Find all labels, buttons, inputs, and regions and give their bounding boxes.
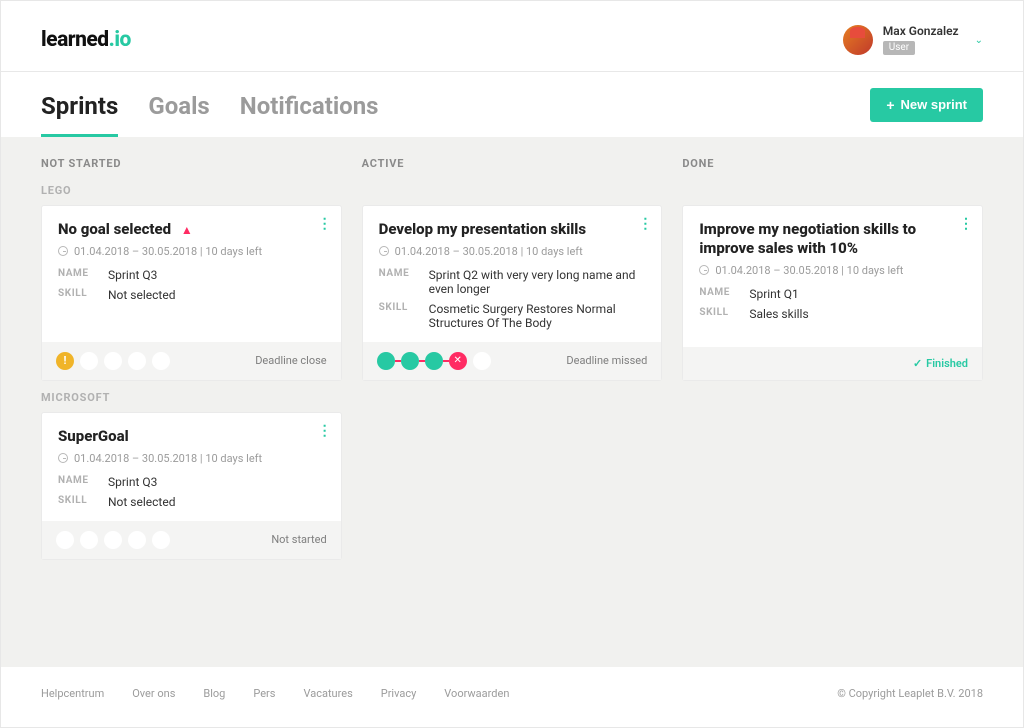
user-name: Max Gonzalez — [883, 25, 959, 39]
sprint-card[interactable]: ⋮ SuperGoal 01.04.2018 – 30.05.2018 | 10… — [41, 412, 342, 560]
progress-dot-done — [425, 352, 443, 370]
group-microsoft: MICROSOFT — [41, 391, 983, 404]
progress-dots: ! — [56, 352, 170, 370]
tab-notifications[interactable]: Notifications — [240, 72, 379, 137]
card-title: Improve my negotiation skills to improve… — [699, 220, 966, 258]
progress-dot — [152, 352, 170, 370]
dot-warning-icon: ! — [56, 352, 74, 370]
user-role-badge: User — [883, 41, 915, 55]
card-menu-icon[interactable]: ⋮ — [318, 216, 331, 232]
card-title: No goal selected — [58, 220, 171, 238]
card-name: Sprint Q2 with very very long name and e… — [429, 268, 646, 296]
label-name: NAME — [58, 268, 98, 282]
footer-link[interactable]: Over ons — [132, 687, 175, 700]
footer-links: Helpcentrum Over ons Blog Pers Vacatures… — [41, 687, 509, 700]
card-title: Develop my presentation skills — [379, 220, 646, 239]
footer-link[interactable]: Vacatures — [303, 687, 352, 700]
footer-link[interactable]: Voorwaarden — [444, 687, 509, 700]
card-title: SuperGoal — [58, 427, 325, 446]
tab-sprints[interactable]: Sprints — [41, 72, 118, 137]
sprint-card[interactable]: ⋮ Develop my presentation skills 01.04.2… — [362, 205, 663, 381]
card-skill: Sales skills — [749, 307, 966, 321]
label-name: NAME — [379, 268, 419, 296]
card-status: Finished — [926, 357, 968, 370]
card-skill: Not selected — [108, 288, 325, 302]
footer-copyright: © Copyright Leaplet B.V. 2018 — [837, 687, 983, 700]
footer-link[interactable]: Blog — [203, 687, 225, 700]
main-tabs: Sprints Goals Notifications — [41, 72, 379, 137]
card-skill: Cosmetic Surgery Restores Normal Structu… — [429, 302, 646, 330]
progress-dot — [80, 352, 98, 370]
avatar — [843, 25, 873, 55]
column-active: ACTIVE — [362, 157, 663, 170]
clock-icon — [58, 246, 68, 256]
footer-link[interactable]: Helpcentrum — [41, 687, 104, 700]
warning-icon: ▲ — [181, 223, 193, 237]
card-menu-icon[interactable]: ⋮ — [318, 423, 331, 439]
progress-dot — [128, 531, 146, 549]
card-status: Deadline missed — [566, 354, 647, 367]
label-skill: SKILL — [58, 495, 98, 509]
label-skill: SKILL — [699, 307, 739, 321]
new-sprint-button[interactable]: + New sprint — [870, 88, 983, 122]
sprint-card[interactable]: ⋮ Improve my negotiation skills to impro… — [682, 205, 983, 381]
progress-dot — [56, 531, 74, 549]
footer-link[interactable]: Pers — [253, 687, 275, 700]
card-name: Sprint Q3 — [108, 475, 325, 489]
card-dateline: 01.04.2018 – 30.05.2018 | 10 days left — [74, 452, 262, 465]
clock-icon — [58, 453, 68, 463]
column-not-started: NOT STARTED — [41, 157, 342, 170]
card-status: Deadline close — [255, 354, 326, 367]
new-sprint-label: New sprint — [901, 97, 967, 112]
tab-goals[interactable]: Goals — [148, 72, 209, 137]
logo-main: learned — [41, 28, 109, 52]
plus-icon: + — [886, 97, 894, 113]
logo-accent: .io — [109, 28, 131, 52]
progress-dots — [56, 531, 170, 549]
progress-dot — [473, 352, 491, 370]
progress-dots: ✕ — [377, 352, 491, 370]
progress-dot — [104, 531, 122, 549]
clock-icon — [379, 246, 389, 256]
card-dateline: 01.04.2018 – 30.05.2018 | 10 days left — [395, 245, 583, 258]
card-skill: Not selected — [108, 495, 325, 509]
group-lego: LEGO — [41, 184, 983, 197]
app-logo: learned.io — [41, 28, 131, 52]
card-name: Sprint Q1 — [749, 287, 966, 301]
column-done: DONE — [682, 157, 983, 170]
sprint-card[interactable]: ⋮ No goal selected ▲ 01.04.2018 – 30.05.… — [41, 205, 342, 381]
chevron-down-icon: ⌄ — [975, 35, 983, 46]
user-menu[interactable]: Max Gonzalez User ⌄ — [843, 25, 983, 55]
progress-dot-done — [377, 352, 395, 370]
card-dateline: 01.04.2018 – 30.05.2018 | 10 days left — [715, 264, 903, 277]
progress-dot — [152, 531, 170, 549]
progress-dot — [128, 352, 146, 370]
label-name: NAME — [58, 475, 98, 489]
progress-dot — [80, 531, 98, 549]
card-status: Not started — [271, 533, 326, 546]
progress-dot-done — [401, 352, 419, 370]
progress-dot-fail-icon: ✕ — [449, 352, 467, 370]
card-name: Sprint Q3 — [108, 268, 325, 282]
label-name: NAME — [699, 287, 739, 301]
card-menu-icon[interactable]: ⋮ — [638, 216, 651, 232]
footer-link[interactable]: Privacy — [381, 687, 417, 700]
check-icon: ✓ — [913, 357, 922, 370]
clock-icon — [699, 265, 709, 275]
label-skill: SKILL — [58, 288, 98, 302]
card-dateline: 01.04.2018 – 30.05.2018 | 10 days left — [74, 245, 262, 258]
progress-dot — [104, 352, 122, 370]
label-skill: SKILL — [379, 302, 419, 330]
card-menu-icon[interactable]: ⋮ — [959, 216, 972, 232]
